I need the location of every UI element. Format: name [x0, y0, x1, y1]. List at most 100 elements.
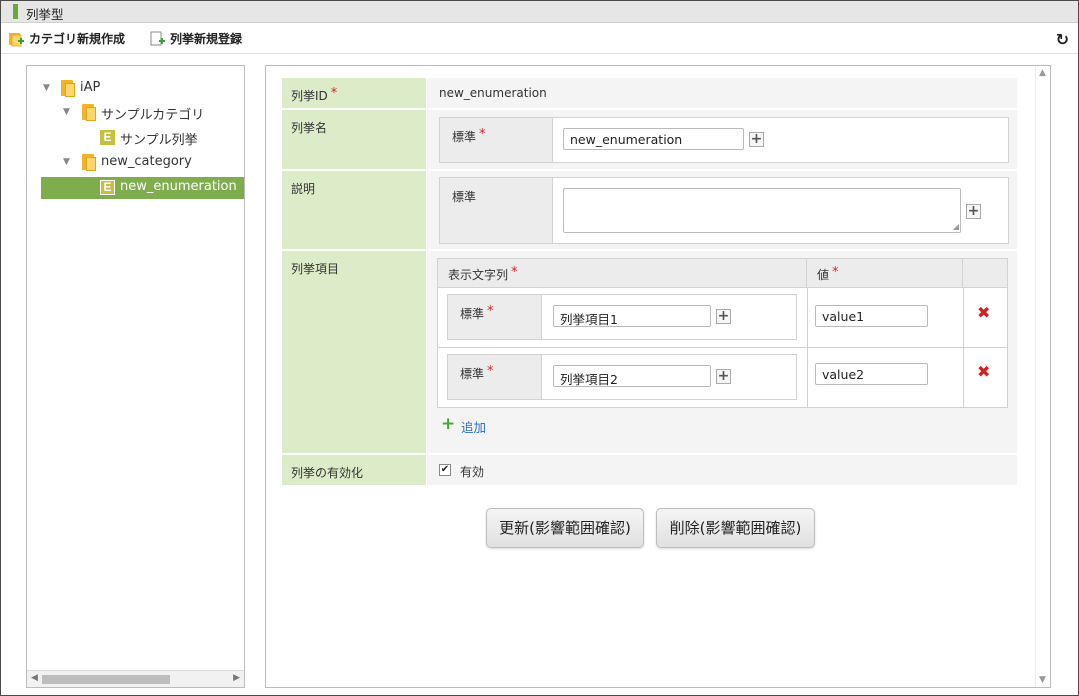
column-header-value-text: 値: [817, 268, 830, 282]
tree-item-label: iAP: [80, 80, 101, 95]
display-locale-box: 標準 * 列挙項目2 +: [447, 354, 797, 400]
enable-checkbox-label: 有効: [460, 465, 485, 479]
description-label: 説明: [282, 171, 426, 249]
plus-icon: +: [441, 414, 456, 434]
locale-label: 標準 *: [448, 355, 542, 399]
locale-label: 標準: [440, 178, 553, 243]
title-marker-icon: [13, 4, 18, 19]
enum-name-input[interactable]: new_enumeration: [563, 128, 744, 150]
delete-row-icon[interactable]: ✖: [977, 362, 990, 381]
enum-items-label: 列挙項目: [282, 251, 426, 453]
column-divider: [807, 288, 808, 348]
tree-item-root[interactable]: ▼ iAP: [27, 78, 244, 100]
tree-item-label: サンプルカテゴリ: [101, 108, 205, 123]
tree-item-label: サンプル列挙: [120, 133, 198, 148]
tree-horizontal-scrollbar[interactable]: ◀ ▶: [27, 670, 244, 687]
description-value-cell: 標準 ◢ +: [427, 171, 1017, 249]
column-header-value: 値 *: [807, 259, 963, 288]
value-input[interactable]: value2: [815, 363, 928, 385]
toolbar: カテゴリ新規作成 列挙新規登録 ↻: [1, 24, 1078, 54]
required-mark: *: [487, 304, 494, 319]
locale-label-text: 標準: [460, 307, 485, 321]
tree-item-label: new_enumeration: [120, 179, 237, 194]
column-divider: [963, 288, 964, 348]
enum-icon: E: [100, 180, 115, 195]
tree-item-new-enumeration[interactable]: E new_enumeration: [41, 177, 244, 199]
required-mark: *: [479, 127, 486, 142]
enum-name-locale-box: 標準 * new_enumeration +: [439, 117, 1009, 163]
expand-arrow-icon[interactable]: ▼: [43, 83, 50, 93]
folder-icon: [82, 154, 96, 171]
enum-id-label-text: 列挙ID: [291, 89, 328, 103]
value-input[interactable]: value1: [815, 305, 928, 327]
scroll-up-icon[interactable]: ▲: [1039, 68, 1046, 78]
add-locale-icon[interactable]: +: [966, 204, 981, 219]
column-header-display-text: 表示文字列: [448, 268, 509, 282]
scroll-down-icon[interactable]: ▼: [1039, 675, 1046, 685]
column-divider: [963, 348, 964, 407]
expand-arrow-icon[interactable]: ▼: [63, 157, 70, 167]
main-vertical-scrollbar[interactable]: ▲ ▼: [1035, 66, 1050, 687]
enum-name-label: 列挙名: [282, 110, 426, 169]
enum-id-row: 列挙ID * new_enumeration: [282, 78, 1017, 108]
delete-row-icon[interactable]: ✖: [977, 303, 990, 322]
scroll-right-icon[interactable]: ▶: [233, 673, 240, 683]
enable-value-cell: ✔ 有効: [427, 455, 1017, 485]
tree-item-sample-enum[interactable]: E サンプル列挙: [27, 127, 244, 149]
folder-icon: [61, 80, 75, 97]
enum-items-row: 列挙項目 表示文字列 * 値 * 標準 * 列挙項目1 + value1 ✖ 標…: [282, 251, 1017, 453]
required-mark: *: [832, 265, 839, 280]
add-item-button[interactable]: + 追加: [441, 414, 501, 435]
tree-item-sample-category[interactable]: ▼ サンプルカテゴリ: [27, 102, 244, 124]
required-mark: *: [330, 86, 338, 101]
scroll-left-icon[interactable]: ◀: [31, 673, 38, 683]
description-locale-box: 標準 ◢ +: [439, 177, 1009, 244]
display-text-input[interactable]: 列挙項目2: [553, 365, 711, 387]
tree-item-label: new_category: [101, 154, 192, 169]
enum-icon: E: [100, 130, 115, 145]
enum-id-value-cell: new_enumeration: [427, 78, 1017, 108]
enum-id-label: 列挙ID *: [282, 78, 426, 108]
enable-checkbox[interactable]: ✔: [439, 464, 451, 476]
enumeration-detail-panel: 列挙ID * new_enumeration 列挙名 標準 * new_enumer…: [265, 65, 1051, 688]
locale-label-text: 標準: [460, 367, 485, 381]
enum-items-value-cell: 表示文字列 * 値 * 標準 * 列挙項目1 + value1 ✖ 標準 * 列…: [427, 251, 1017, 453]
enumeration-window: 列挙型 カテゴリ新規作成 列挙新規登録 ↻ ▼ iAP ▼ サンプルカテゴリ E…: [0, 0, 1079, 696]
required-mark: *: [511, 265, 518, 280]
enum-id-value: new_enumeration: [439, 86, 547, 100]
folder-add-icon: [9, 33, 24, 47]
enum-name-value-cell: 標準 * new_enumeration +: [427, 110, 1017, 169]
resize-grip-icon[interactable]: ◢: [953, 222, 959, 231]
enum-name-row: 列挙名 標準 * new_enumeration +: [282, 110, 1017, 169]
scrollbar-thumb[interactable]: [42, 675, 170, 684]
column-divider: [807, 348, 808, 407]
locale-label-text: 標準: [452, 130, 477, 144]
expand-arrow-icon[interactable]: ▼: [63, 107, 70, 117]
column-header-actions: [963, 259, 1007, 288]
title-bar: 列挙型: [1, 1, 1078, 23]
add-locale-icon[interactable]: +: [716, 369, 731, 384]
add-locale-icon[interactable]: +: [716, 309, 731, 324]
enum-items-table: 表示文字列 * 値 * 標準 * 列挙項目1 + value1 ✖ 標準 * 列…: [437, 258, 1008, 408]
window-title: 列挙型: [26, 7, 64, 22]
document-add-icon: [150, 31, 165, 46]
create-category-label: カテゴリ新規作成: [29, 32, 126, 46]
display-text-input[interactable]: 列挙項目1: [553, 305, 711, 327]
refresh-icon[interactable]: ↻: [1056, 30, 1069, 49]
enable-row: 列挙の有効化 ✔ 有効: [282, 455, 1017, 485]
table-row: 標準 * 列挙項目2 + value2 ✖: [438, 348, 1007, 407]
table-row: 標準 * 列挙項目1 + value1 ✖: [438, 288, 1007, 348]
locale-label: 標準 *: [448, 295, 542, 339]
enable-label: 列挙の有効化: [282, 455, 426, 485]
tree-item-new-category[interactable]: ▼ new_category: [27, 152, 244, 174]
required-mark: *: [487, 364, 494, 379]
category-tree-panel: ▼ iAP ▼ サンプルカテゴリ E サンプル列挙 ▼ new_category…: [26, 65, 245, 688]
add-locale-icon[interactable]: +: [749, 132, 764, 147]
description-row: 説明 標準 ◢ +: [282, 171, 1017, 249]
description-textarea[interactable]: ◢: [563, 188, 961, 233]
delete-button[interactable]: 削除(影響範囲確認): [656, 508, 815, 548]
display-locale-box: 標準 * 列挙項目1 +: [447, 294, 797, 340]
column-header-display: 表示文字列 *: [438, 259, 807, 288]
update-button[interactable]: 更新(影響範囲確認): [486, 508, 644, 548]
folder-icon: [82, 104, 96, 121]
